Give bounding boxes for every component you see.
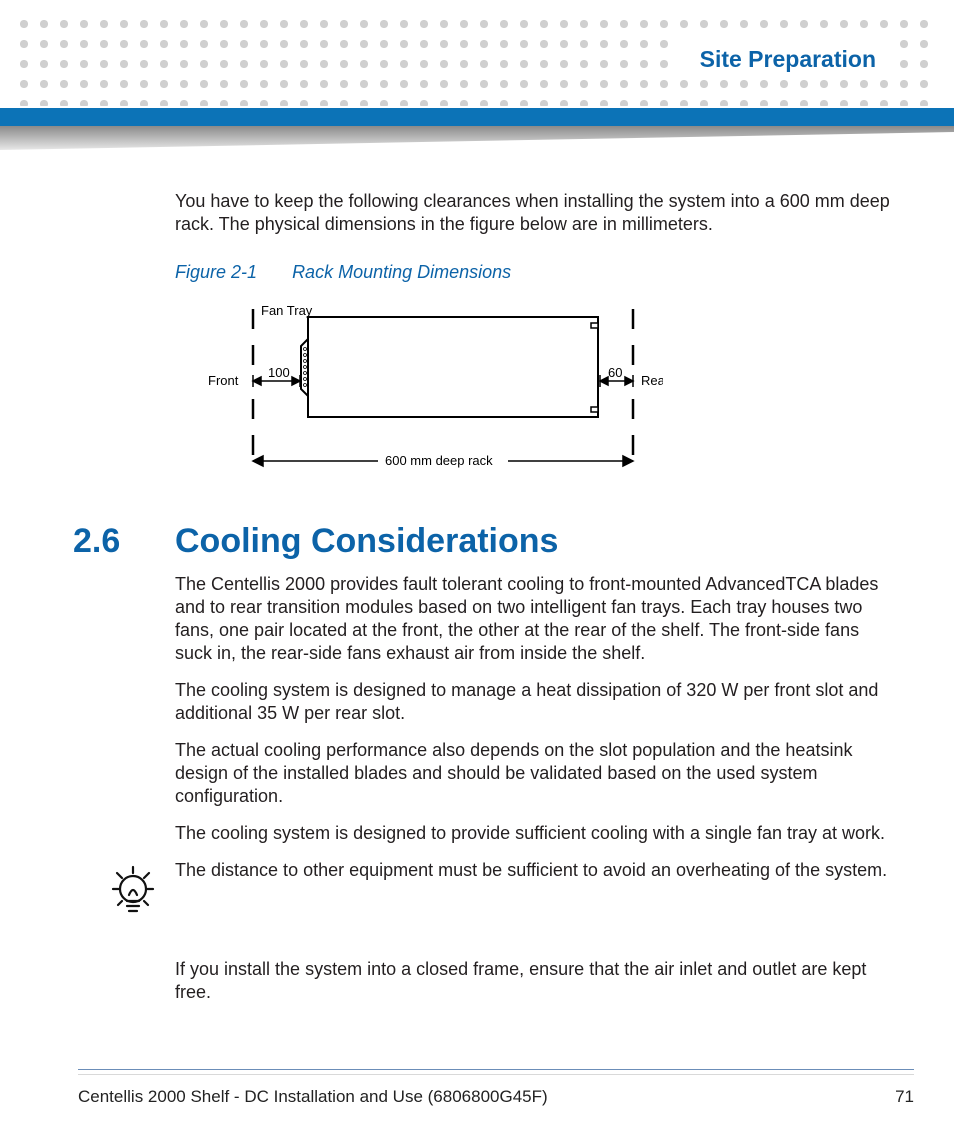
figure-diagram: Fan Tray Front Rear 100 xyxy=(203,299,890,494)
after-tip-paragraph: If you install the system into a closed … xyxy=(175,958,890,1004)
label-front: Front xyxy=(208,373,239,388)
cooling-para-3: The actual cooling performance also depe… xyxy=(175,739,890,808)
chapter-title: Site Preparation xyxy=(672,40,894,79)
figure-title: Rack Mounting Dimensions xyxy=(292,262,511,282)
rack-diagram-svg: Fan Tray Front Rear 100 xyxy=(203,299,663,489)
intro-paragraph: You have to keep the following clearance… xyxy=(175,190,890,236)
footer-doc-title: Centellis 2000 Shelf - DC Installation a… xyxy=(78,1087,548,1107)
section-title: Cooling Considerations xyxy=(175,522,558,561)
label-rear-dim: 60 xyxy=(608,365,622,380)
cooling-para-4: The cooling system is designed to provid… xyxy=(175,822,890,845)
tip-paragraph: The distance to other equipment must be … xyxy=(175,859,890,882)
tip-row: The distance to other equipment must be … xyxy=(109,859,890,928)
footer: Centellis 2000 Shelf - DC Installation a… xyxy=(78,1087,914,1107)
lightbulb-icon xyxy=(109,863,157,928)
footer-page-number: 71 xyxy=(895,1087,914,1107)
label-rack-depth: 600 mm deep rack xyxy=(385,453,493,468)
figure-caption: Figure 2-1 Rack Mounting Dimensions xyxy=(175,262,890,283)
footer-separator xyxy=(78,1069,914,1075)
label-rear: Rear xyxy=(641,373,663,388)
figure-number: Figure 2-1 xyxy=(175,262,257,282)
cooling-para-1: The Centellis 2000 provides fault tolera… xyxy=(175,573,890,665)
header-blue-bar xyxy=(0,108,954,126)
header-grey-wedge xyxy=(0,126,954,152)
section-heading: 2.6 Cooling Considerations xyxy=(73,522,890,561)
label-front-dim: 100 xyxy=(268,365,290,380)
content-column: You have to keep the following clearance… xyxy=(175,176,890,1018)
cooling-para-2: The cooling system is designed to manage… xyxy=(175,679,890,725)
label-fan-tray: Fan Tray xyxy=(261,303,313,318)
page: Site Preparation You have to keep the fo… xyxy=(0,0,954,1145)
section-number: 2.6 xyxy=(73,522,175,561)
